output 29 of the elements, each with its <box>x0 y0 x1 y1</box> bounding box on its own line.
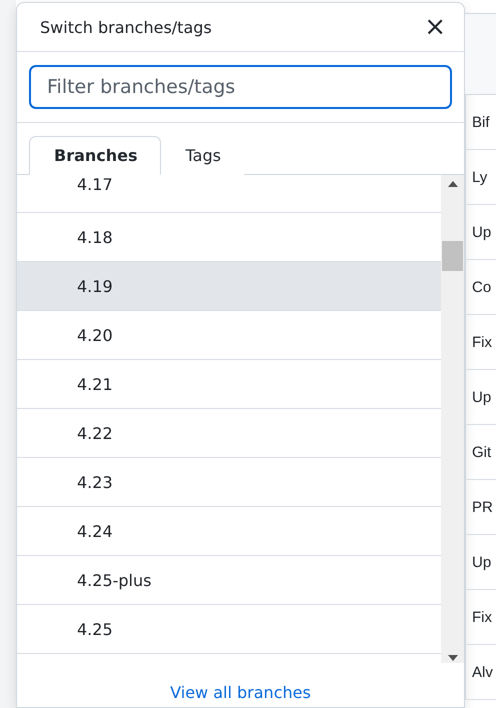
tab[interactable]: Branches <box>29 136 161 175</box>
commit-message: Git <box>472 444 492 460</box>
commit-message: Alv <box>472 664 493 680</box>
commit-message: Fix <box>472 334 492 350</box>
view-all-branches-link[interactable]: View all branches <box>170 683 311 707</box>
filter-field[interactable]: Filter branches/tags <box>29 65 452 109</box>
branch-item[interactable]: 4.19 <box>17 262 441 311</box>
branch-item[interactable]: 4.22 <box>17 409 441 458</box>
commit-message: Co <box>472 278 492 296</box>
scroll-down-icon[interactable] <box>448 655 458 661</box>
commit-message: Up <box>472 554 492 570</box>
close-button[interactable]: × <box>420 14 450 40</box>
branch-item[interactable]: 4.23 <box>17 458 441 507</box>
scroll-up-icon[interactable] <box>448 181 458 187</box>
commit-message: Bif <box>472 114 490 130</box>
branch-item[interactable]: 4.20 <box>17 311 441 360</box>
commit-message: Up <box>472 224 492 240</box>
branch-item[interactable]: 4.25-plus <box>17 556 441 605</box>
commit-message: Ly <box>472 168 488 186</box>
branch-item[interactable]: 4.17 <box>17 175 441 213</box>
branch-item[interactable]: 4.24 <box>17 507 441 556</box>
commit-message: PR <box>472 498 493 516</box>
scrollbar-thumb[interactable] <box>442 241 463 271</box>
dialog-title: Switch branches/tags <box>40 18 212 36</box>
branch-item[interactable]: 4.25 <box>17 605 441 654</box>
branch-item[interactable]: 4.21 <box>17 360 441 409</box>
commit-message: Up <box>472 388 492 406</box>
branch-item[interactable]: 4.18 <box>17 213 441 262</box>
commit-message: Fix <box>472 608 492 626</box>
